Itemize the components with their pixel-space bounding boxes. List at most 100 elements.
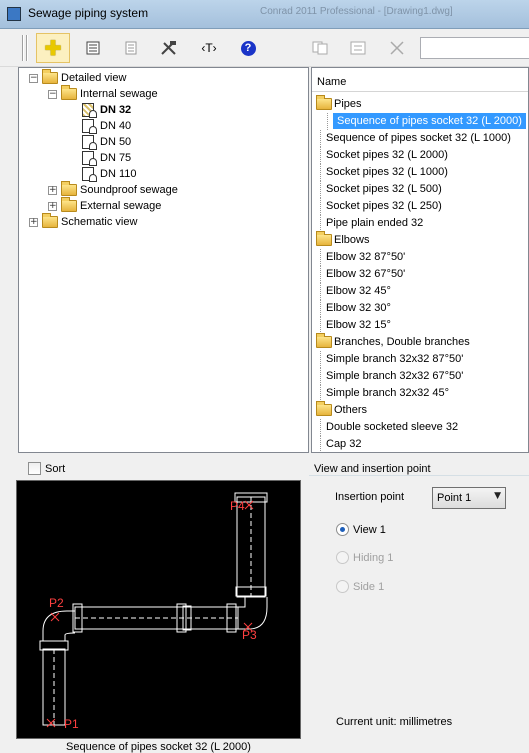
tree-node-label: Soundproof sewage bbox=[80, 184, 178, 196]
list-item-label: Socket pipes 32 (L 250) bbox=[326, 200, 442, 212]
tree-node-dn40[interactable]: DN 40 bbox=[82, 118, 131, 134]
text-tool-button[interactable]: ‹T› bbox=[192, 33, 226, 63]
sort-option[interactable]: Sort bbox=[28, 462, 65, 475]
list-item-label: Socket pipes 32 (L 1000) bbox=[326, 166, 448, 178]
properties-button[interactable] bbox=[76, 33, 110, 63]
group-title: View and insertion point bbox=[314, 463, 435, 475]
radio-button[interactable] bbox=[336, 551, 349, 564]
column-header-name[interactable]: Name bbox=[317, 76, 346, 88]
list-item[interactable]: Double socketed sleeve 32 bbox=[319, 419, 458, 436]
list-category[interactable]: Pipes bbox=[316, 95, 362, 112]
search-input[interactable] bbox=[420, 37, 529, 59]
folder-icon bbox=[61, 197, 77, 212]
list-item[interactable]: Elbow 32 45° bbox=[320, 283, 391, 300]
tree-node-detailed-view[interactable]: − Detailed view bbox=[29, 69, 126, 86]
list-item-label: Elbow 32 30° bbox=[326, 302, 391, 314]
radio-label: View 1 bbox=[353, 523, 386, 536]
tree-node-label: Internal sewage bbox=[80, 88, 158, 100]
list-item[interactable]: Sequence of pipes socket 32 (L 2000) bbox=[327, 113, 526, 130]
list-item[interactable]: Socket pipes 32 (L 250) bbox=[320, 198, 442, 215]
tree-node-dn75[interactable]: DN 75 bbox=[82, 150, 131, 166]
tree-node-dn32[interactable]: DN 32 bbox=[82, 102, 131, 118]
list-item[interactable]: Elbow 32 15° bbox=[320, 317, 391, 334]
background-window-title: Conrad 2011 Professional - [Drawing1.dwg… bbox=[260, 6, 453, 17]
tree-node-label: External sewage bbox=[80, 200, 162, 212]
tree-node-label: DN 40 bbox=[100, 120, 132, 132]
list-button[interactable] bbox=[114, 33, 148, 63]
folder-icon bbox=[61, 181, 77, 196]
expand-icon[interactable]: + bbox=[48, 201, 57, 211]
edit-button[interactable] bbox=[341, 33, 375, 63]
list-item-label: Cap 32 bbox=[326, 438, 362, 450]
list-item[interactable]: Pipe plain ended 32 bbox=[319, 215, 424, 232]
group-separator bbox=[309, 475, 529, 476]
list-item-label: Pipes bbox=[334, 98, 362, 110]
tree-view: − Detailed view − Internal sewage DN 32 … bbox=[18, 67, 309, 453]
chevron-down-icon: ▼ bbox=[494, 491, 501, 501]
list-item[interactable]: Elbow 32 67°50' bbox=[319, 266, 405, 283]
radio-hiding-1[interactable]: Hiding 1 bbox=[336, 551, 393, 564]
list-item[interactable]: Socket pipes 32 (L 2000) bbox=[320, 147, 448, 164]
list-item[interactable]: Elbow 32 30° bbox=[320, 300, 391, 317]
collapse-icon[interactable]: − bbox=[29, 73, 38, 83]
sort-checkbox[interactable] bbox=[28, 462, 41, 475]
radio-button[interactable] bbox=[336, 523, 349, 536]
plus-icon: ✚ bbox=[44, 37, 62, 60]
list-item[interactable]: Sequence of pipes socket 32 (L 1000) bbox=[320, 130, 511, 147]
list-item[interactable]: Socket pipes 32 (L 500) bbox=[320, 181, 442, 198]
properties-icon bbox=[86, 41, 100, 55]
collapse-icon[interactable]: − bbox=[48, 89, 57, 99]
list-item[interactable]: Simple branch 32x32 87°50' bbox=[319, 351, 463, 368]
radio-side-1[interactable]: Side 1 bbox=[336, 580, 384, 593]
component-list: Name Pipes Sequence of pipes socket 32 (L… bbox=[311, 67, 529, 453]
add-button[interactable]: ✚ bbox=[36, 33, 70, 63]
list-category[interactable]: Branches, Double branches bbox=[316, 333, 470, 350]
radio-label: Hiding 1 bbox=[353, 551, 394, 564]
list-item-label: Pipe plain ended 32 bbox=[326, 217, 424, 229]
insertion-point-label: Insertion point bbox=[335, 491, 405, 503]
list-item[interactable]: Cap 32 bbox=[319, 436, 362, 452]
tree-node-label: DN 110 bbox=[100, 168, 137, 180]
list-item-label: Socket pipes 32 (L 500) bbox=[326, 183, 442, 195]
insertion-point-dropdown[interactable]: Point 1 ▼ bbox=[432, 487, 506, 509]
title-bar: Sewage piping system Conrad 2011 Profess… bbox=[0, 0, 529, 29]
list-item[interactable]: Simple branch 32x32 45° bbox=[319, 385, 449, 402]
point-label-p4: P4 bbox=[230, 499, 245, 513]
toolbar-grip[interactable] bbox=[22, 35, 24, 61]
tools-button[interactable] bbox=[152, 33, 186, 63]
list-item[interactable]: Simple branch 32x32 67°50' bbox=[319, 368, 463, 385]
copy-button[interactable] bbox=[303, 33, 337, 63]
folder-icon bbox=[61, 85, 77, 100]
tree-node-dn50[interactable]: DN 50 bbox=[82, 134, 131, 150]
window-title: Sewage piping system bbox=[28, 6, 149, 20]
list-item[interactable]: Socket pipes 32 (L 1000) bbox=[320, 164, 448, 181]
toolbar-grip[interactable] bbox=[26, 35, 28, 61]
tree-node-internal-sewage[interactable]: − Internal sewage bbox=[48, 85, 158, 102]
tools-icon bbox=[161, 41, 176, 55]
list-item[interactable]: Elbow 32 87°50' bbox=[319, 249, 406, 266]
list-icon bbox=[125, 41, 137, 55]
help-button[interactable]: ? bbox=[231, 33, 265, 63]
app-icon bbox=[7, 7, 21, 21]
elbow-outer bbox=[42, 610, 75, 641]
tree-node-label: DN 50 bbox=[100, 136, 132, 148]
tree-node-schematic-view[interactable]: + Schematic view bbox=[29, 213, 137, 230]
copy-icon bbox=[312, 41, 328, 55]
list-item-label: Elbow 32 15° bbox=[326, 319, 391, 331]
expand-icon[interactable]: + bbox=[29, 217, 38, 227]
expand-icon[interactable]: + bbox=[48, 185, 57, 195]
delete-button[interactable] bbox=[380, 33, 414, 63]
tree-node-soundproof-sewage[interactable]: + Soundproof sewage bbox=[48, 181, 178, 198]
tree-node-dn110[interactable]: DN 110 bbox=[82, 166, 136, 182]
pipe-document-icon bbox=[82, 103, 97, 118]
radio-button[interactable] bbox=[336, 580, 349, 593]
list-header[interactable]: Name bbox=[312, 68, 528, 92]
radio-view-1[interactable]: View 1 bbox=[336, 523, 386, 536]
list-item-label: Elbow 32 87°50' bbox=[326, 251, 406, 263]
toolbar: ✚ ‹T› ? bbox=[0, 29, 529, 67]
list-category[interactable]: Others bbox=[316, 401, 367, 418]
list-item-label: Branches, Double branches bbox=[334, 336, 470, 348]
tree-node-external-sewage[interactable]: + External sewage bbox=[48, 197, 162, 214]
pipe-document-icon bbox=[82, 135, 97, 150]
list-category[interactable]: Elbows bbox=[316, 231, 369, 248]
